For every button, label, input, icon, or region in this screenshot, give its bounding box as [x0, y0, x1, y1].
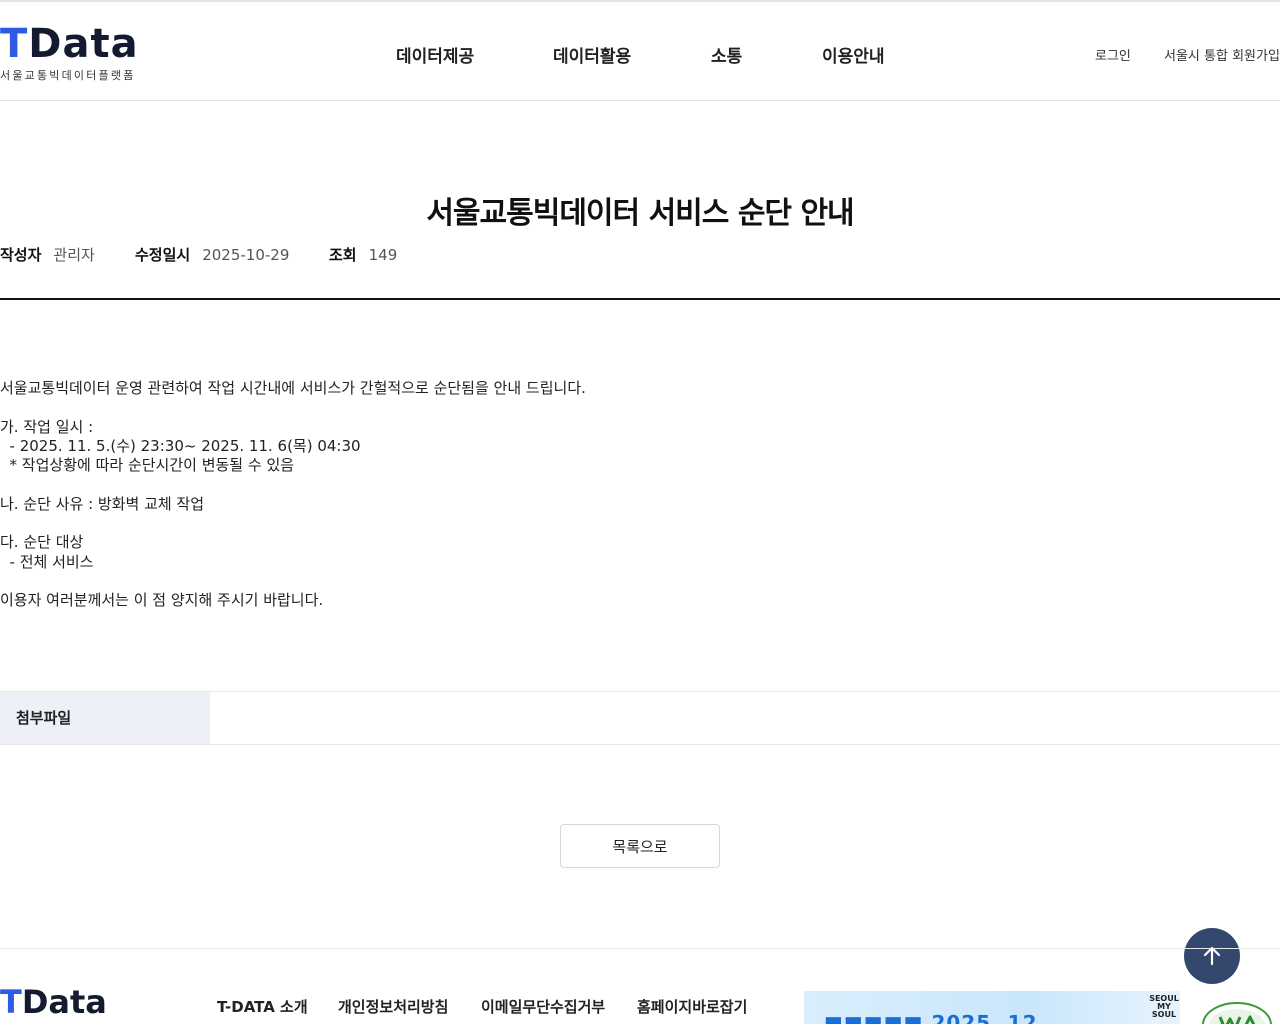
- attachment-row: 첨부파일: [0, 691, 1280, 745]
- nav-guide[interactable]: 이용안내: [822, 42, 885, 67]
- body-line: - 전체 서비스: [0, 552, 94, 571]
- footer-link-email-refusal[interactable]: 이메일무단수집거부: [481, 996, 605, 1017]
- meta-modified: 수정일시 2025-10-29: [135, 244, 289, 265]
- body-line: [0, 475, 1200, 494]
- footer-logo[interactable]: TData: [0, 985, 107, 1019]
- meta-modified-label: 수정일시: [135, 246, 191, 264]
- title-divider: [0, 298, 1280, 300]
- body-line: 이용자 여러분께서는 이 점 양지해 주시기 바랍니다.: [0, 591, 324, 610]
- wa-mark-icon: [1202, 1002, 1272, 1024]
- nav-data-usage[interactable]: 데이터활용: [553, 42, 631, 67]
- body-line: * 작업상황에 따라 순단시간이 변동될 수 있음: [0, 456, 295, 475]
- meta-modified-value: 2025-10-29: [202, 246, 290, 264]
- login-link[interactable]: 로그인: [1095, 45, 1131, 64]
- body-line: 다. 순단 대상: [0, 533, 84, 552]
- meta-author-value: 관리자: [53, 246, 95, 264]
- body-line: [0, 572, 1200, 591]
- web-accessibility-badge[interactable]: [1200, 991, 1274, 1024]
- attachment-label: 첨부파일: [0, 692, 210, 744]
- footer-link-about[interactable]: T-DATA 소개: [217, 996, 308, 1017]
- page: TData 서울교통빅데이터플랫폼 데이터제공 데이터활용 소통 이용안내 로그…: [0, 0, 1280, 1024]
- meta-views: 조회 149: [329, 244, 397, 265]
- site-footer: TData T-DATA 소개 개인정보처리방침 이메일무단수집거부 홈페이지바…: [0, 948, 1280, 1024]
- logo-wordmark: TData: [0, 22, 139, 66]
- nav-communication[interactable]: 소통: [711, 42, 742, 67]
- logo-subtitle: 서울교통빅데이터플랫폼: [0, 69, 136, 82]
- nav-data-provision[interactable]: 데이터제공: [396, 42, 474, 67]
- footer-link-privacy[interactable]: 개인정보처리방침: [338, 996, 448, 1017]
- footer-link-homepage-fix[interactable]: 홈페이지바로잡기: [637, 996, 747, 1017]
- post-body: 서울교통빅데이터 운영 관련하여 작업 시간내에 서비스가 간헐적으로 순단됨을…: [0, 379, 1200, 611]
- logo-data: Data: [28, 21, 139, 67]
- promo-banner[interactable]: ■■■■■ 2025. 12. SEOUL MY SOUL: [804, 991, 1180, 1024]
- body-line: 나. 순단 사유 : 방화벽 교체 작업: [0, 494, 205, 513]
- logo-t: T: [0, 21, 29, 67]
- body-line: [0, 398, 1200, 417]
- body-line: 가. 작업 일시 :: [0, 417, 94, 436]
- body-line: - 2025. 11. 5.(수) 23:30~ 2025. 11. 6(목) …: [0, 436, 361, 455]
- back-to-list-button[interactable]: 목록으로: [560, 824, 720, 868]
- meta-author-label: 작성자: [0, 246, 42, 264]
- body-line: [0, 514, 1200, 533]
- meta-author: 작성자 관리자: [0, 244, 95, 265]
- signup-link[interactable]: 서울시 통합 회원가입: [1164, 45, 1280, 64]
- site-header: TData 서울교통빅데이터플랫폼 데이터제공 데이터활용 소통 이용안내 로그…: [0, 0, 1280, 101]
- banner-headline-graphic: ■■■■■ 2025. 12.: [824, 1011, 1047, 1024]
- footer-logo-data: Data: [21, 983, 107, 1021]
- seoul-my-soul-mark: SEOUL MY SOUL: [1149, 994, 1179, 1019]
- meta-views-label: 조회: [329, 246, 357, 264]
- footer-logo-t: T: [0, 983, 22, 1021]
- site-logo[interactable]: TData 서울교통빅데이터플랫폼: [0, 22, 160, 82]
- meta-views-value: 149: [368, 246, 398, 264]
- body-line: 서울교통빅데이터 운영 관련하여 작업 시간내에 서비스가 간헐적으로 순단됨을…: [0, 379, 586, 397]
- post-title: 서울교통빅데이터 서비스 순단 안내: [426, 196, 854, 231]
